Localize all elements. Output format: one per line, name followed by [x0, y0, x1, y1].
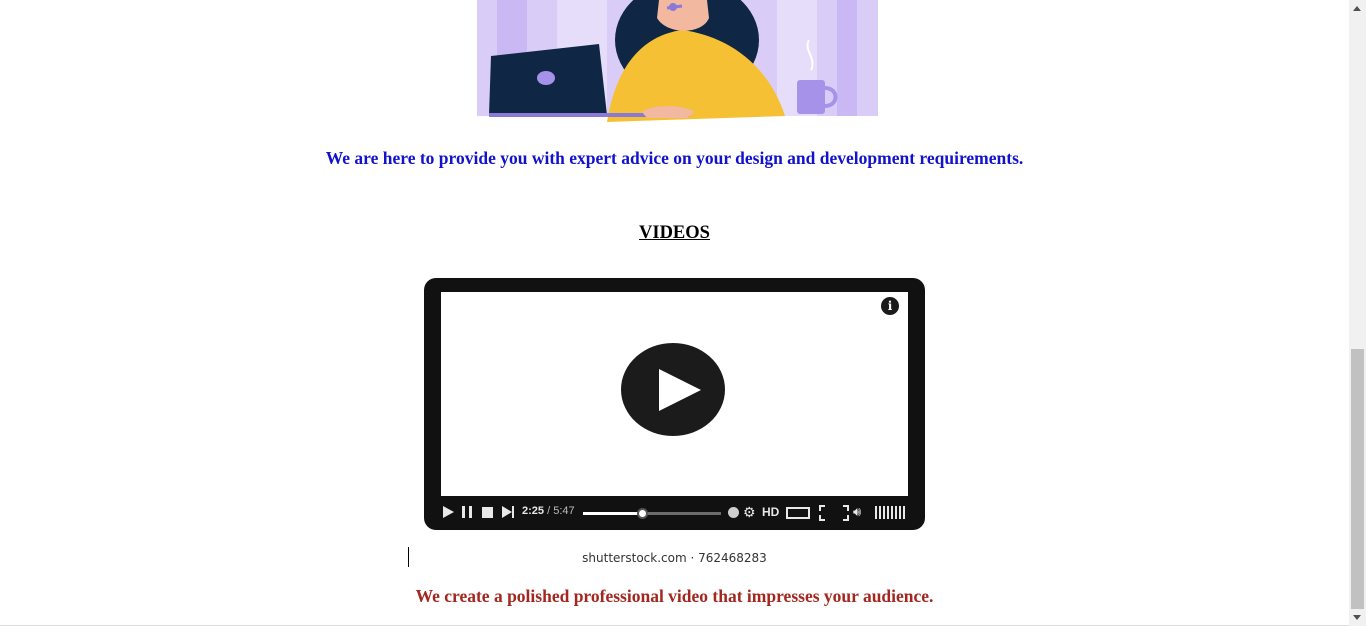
closing-text: We create a polished professional video … — [415, 586, 934, 606]
scrollbar-thumb[interactable] — [1351, 349, 1364, 609]
scroll-up-icon[interactable] — [1349, 0, 1366, 17]
play-overlay-icon[interactable] — [621, 343, 725, 436]
video-player[interactable]: i 2:25 / 5:47 ⚙ HD 🔊︎ — [424, 278, 925, 530]
video-controls: 2:25 / 5:47 ⚙ HD 🔊︎ — [440, 500, 910, 526]
wide-icon[interactable] — [786, 507, 810, 519]
pause-icon[interactable] — [462, 506, 472, 518]
fullscreen-icon[interactable] — [819, 505, 849, 521]
clock-icon[interactable] — [728, 507, 739, 518]
gear-icon[interactable]: ⚙ — [743, 503, 756, 521]
customer-support-illustration-icon — [477, 0, 878, 122]
seek-progress — [583, 512, 643, 515]
info-icon[interactable]: i — [881, 297, 899, 315]
next-icon[interactable] — [502, 506, 514, 518]
time-separator: / — [544, 505, 554, 517]
stop-icon[interactable] — [482, 507, 493, 518]
time-readout: 2:25 / 5:47 — [522, 505, 575, 517]
text-caret — [408, 547, 409, 567]
video-screen[interactable]: i — [441, 292, 908, 496]
tagline-text: We are here to provide you with expert a… — [325, 148, 1024, 168]
seek-bar[interactable] — [583, 508, 721, 519]
play-icon[interactable] — [443, 506, 454, 518]
videos-heading: VIDEOS — [639, 223, 710, 243]
volume-icon[interactable]: 🔊︎ — [853, 503, 861, 521]
hd-quality-button[interactable]: HD — [762, 505, 779, 519]
watermark-text: shutterstock.com · 762468283 — [582, 551, 767, 565]
hero-illustration — [477, 0, 878, 122]
seek-handle[interactable] — [637, 508, 649, 519]
scroll-down-icon[interactable] — [1349, 609, 1366, 626]
current-time: 2:25 — [522, 505, 545, 517]
duration: 5:47 — [553, 505, 575, 517]
volume-level[interactable] — [875, 506, 907, 519]
vertical-scrollbar[interactable] — [1349, 0, 1366, 626]
